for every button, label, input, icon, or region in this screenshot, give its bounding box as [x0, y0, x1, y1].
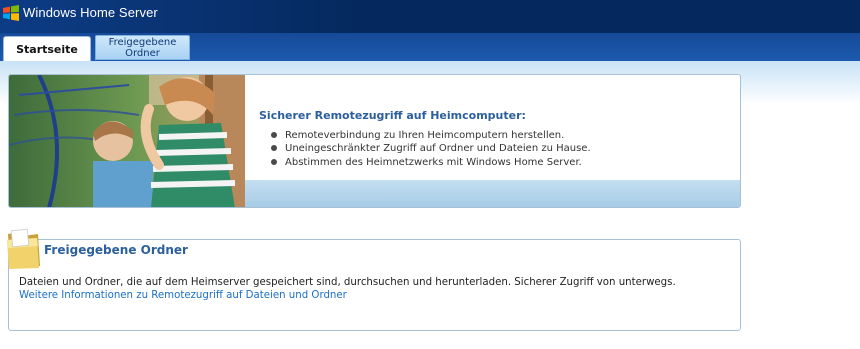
title-bar: Windows Home Server [0, 0, 860, 33]
folder-icon [7, 228, 40, 269]
family-on-swing-photo [9, 75, 245, 207]
remote-access-panel: Sicherer Remotezugriff auf Heimcomputer:… [8, 74, 741, 208]
tab-freigegebene-ordner[interactable]: Freigegebene Ordner [95, 35, 190, 60]
tab-shared-label-line1: Freigegebene [108, 37, 177, 48]
tab-startseite-label: Startseite [16, 43, 78, 56]
remote-access-info-link[interactable]: Weitere Informationen zu Remotezugriff a… [19, 290, 347, 301]
remote-access-bullets: Remoteverbindung zu Ihren Heimcomputern … [271, 129, 591, 169]
list-item: Uneingeschränkter Zugriff auf Ordner und… [271, 143, 591, 155]
shared-folders-title: Freigegebene Ordner [44, 243, 188, 257]
list-item: Abstimmen des Heimnetzwerks mit Windows … [271, 156, 591, 169]
remote-access-title: Sicherer Remotezugriff auf Heimcomputer: [259, 109, 526, 122]
panel-footer-strip [245, 180, 740, 207]
tab-shared-label-line2: Ordner [125, 48, 160, 59]
list-item: Remoteverbindung zu Ihren Heimcomputern … [271, 129, 591, 142]
windows-flag-icon [3, 5, 19, 21]
tab-startseite[interactable]: Startseite [3, 36, 91, 63]
app-title: Windows Home Server [23, 5, 158, 20]
shared-folders-description: Dateien und Ordner, die auf dem Heimserv… [19, 277, 676, 288]
